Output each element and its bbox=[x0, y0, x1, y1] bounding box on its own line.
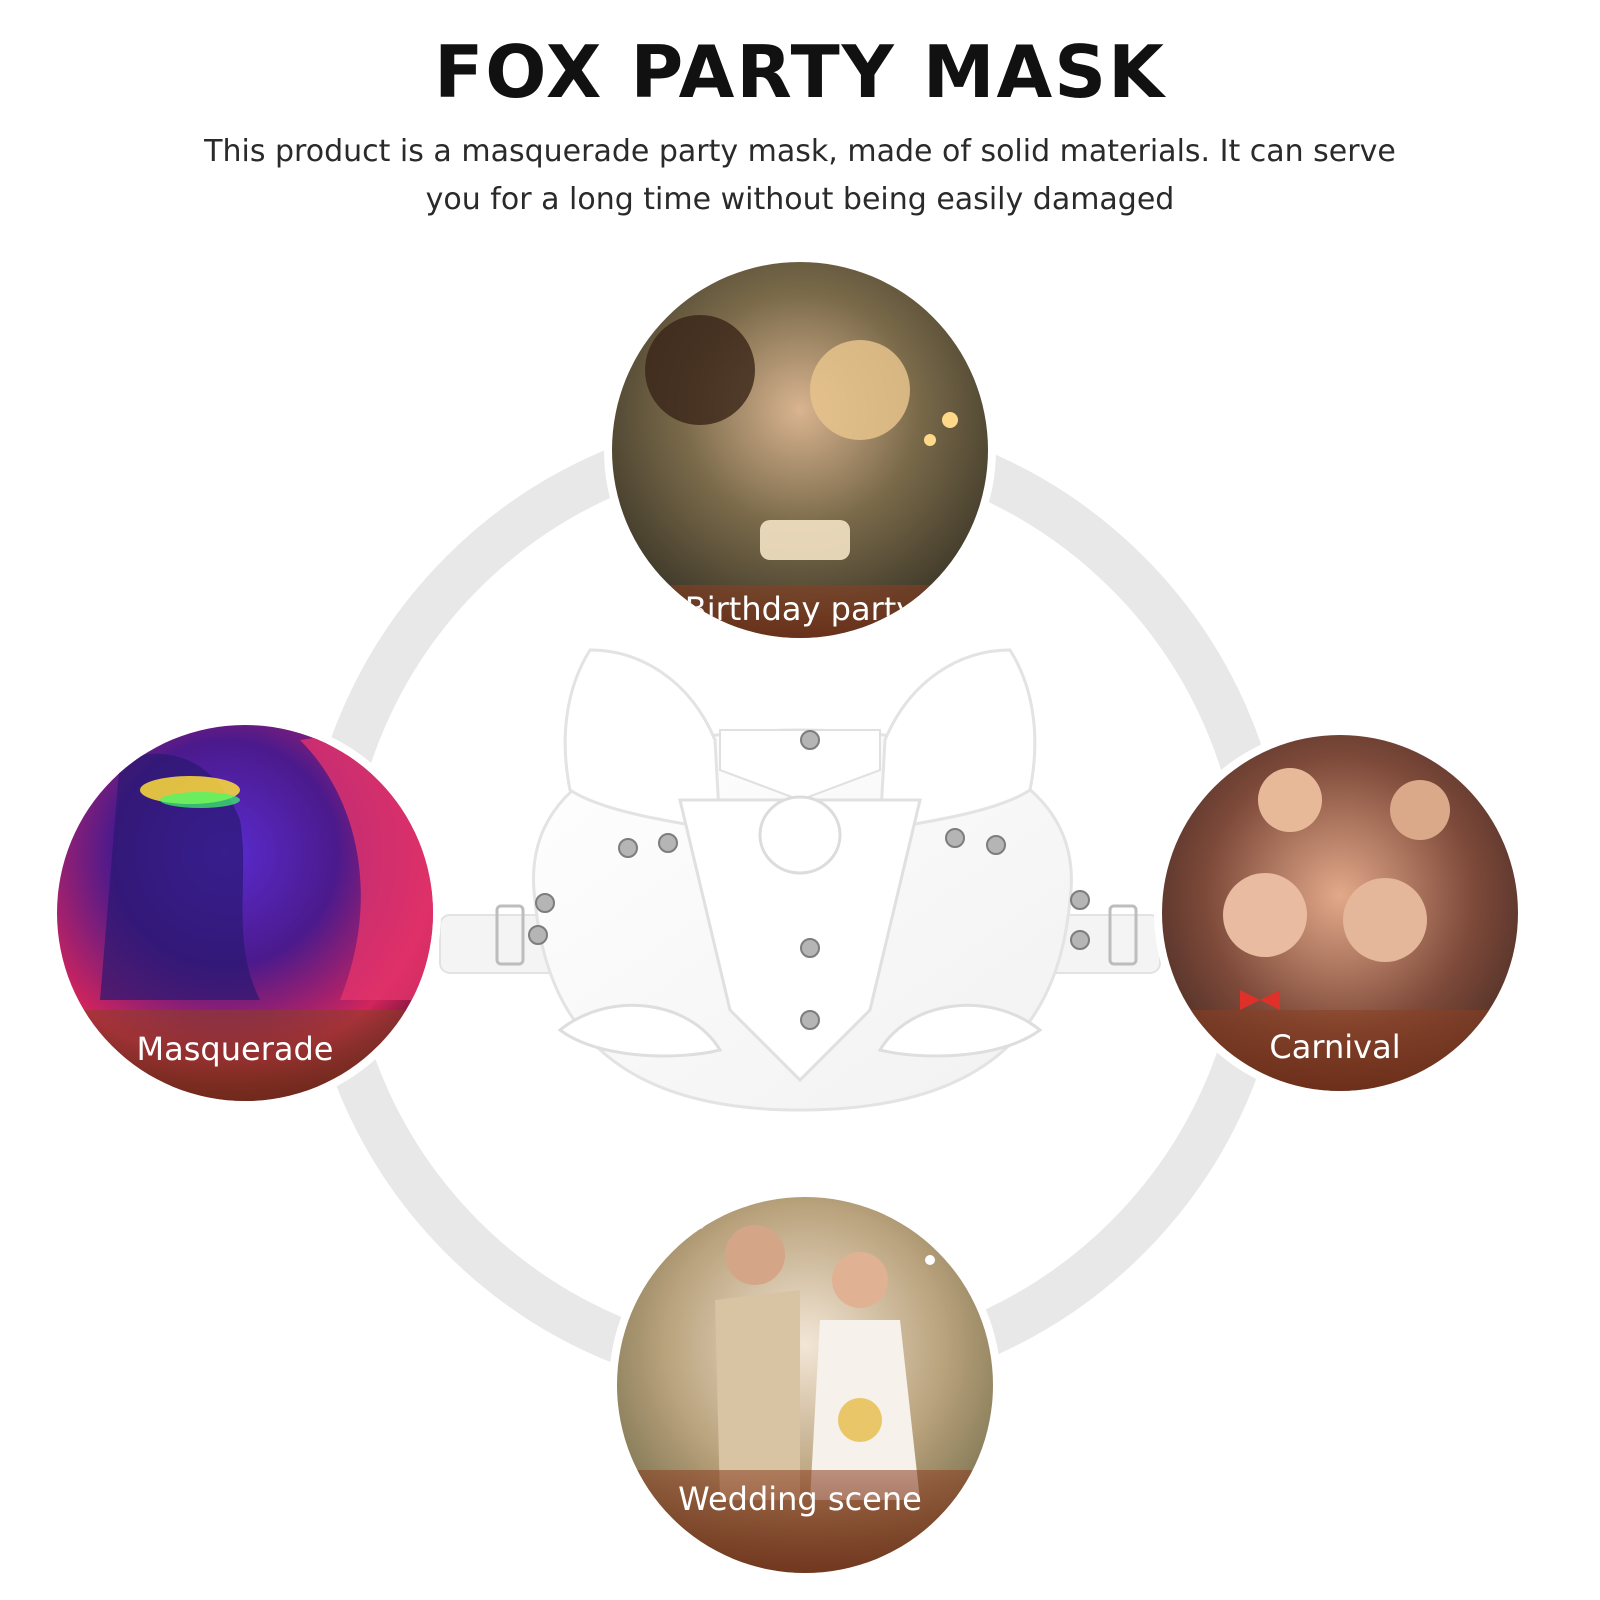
occasion-diagram: Birthday party Masquerade Carnival Weddi… bbox=[49, 254, 1526, 1581]
occasion-masquerade: Masquerade bbox=[49, 717, 441, 1109]
wedding-photo-icon: Wedding scene bbox=[617, 1197, 993, 1573]
carnival-photo-icon: Carnival bbox=[1162, 735, 1518, 1091]
masquerade-photo-icon: Masquerade bbox=[57, 725, 433, 1101]
fox-mask-image bbox=[439, 648, 1161, 1112]
occasion-label-wedding: Wedding scene bbox=[678, 1480, 922, 1518]
product-page: FOX PARTY MASK This product is a masquer… bbox=[0, 0, 1600, 1600]
birthday-photo-icon: Birthday party bbox=[612, 262, 988, 638]
occasion-birthday-party: Birthday party bbox=[604, 254, 996, 646]
occasion-wedding-scene: Wedding scene bbox=[609, 1189, 1001, 1581]
occasion-carnival: Carnival bbox=[1154, 727, 1526, 1099]
occasion-label-carnival: Carnival bbox=[1269, 1028, 1400, 1066]
occasion-label-masquerade: Masquerade bbox=[137, 1030, 334, 1068]
